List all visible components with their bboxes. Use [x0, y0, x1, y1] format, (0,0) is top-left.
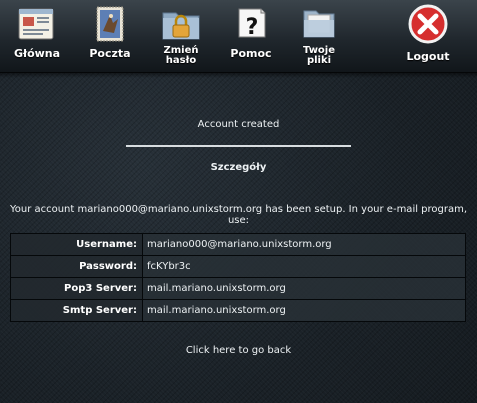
toolbar-change-password-label: Zmień hasło — [163, 45, 199, 66]
main-toolbar: Główna Poczta Zmień hasło ? Pomoc Twoje … — [0, 0, 477, 78]
toolbar-logout-button[interactable]: Logout — [400, 0, 456, 72]
smtp-server-label: Smtp Server: — [10, 299, 143, 322]
table-row: Pop3 Server: mail.mariano.unixstorm.org — [10, 277, 466, 300]
locked-folder-icon — [160, 3, 202, 45]
table-row: Password: fcKYbr3c — [10, 255, 466, 278]
toolbar-home-button[interactable]: Główna — [9, 0, 65, 72]
status-message: Account created — [197, 119, 280, 130]
go-back-link[interactable]: Click here to go back — [0, 345, 477, 356]
username-value: mariano000@mariano.unixstorm.org — [142, 233, 466, 256]
password-value: fcKYbr3c — [142, 255, 466, 278]
account-intro-text: Your account mariano000@mariano.unixstor… — [9, 204, 468, 226]
toolbar-help-button[interactable]: ? Pomoc — [226, 0, 276, 72]
stamp-mail-icon — [89, 3, 131, 45]
account-details-table: Username: mariano000@mariano.unixstorm.o… — [10, 233, 466, 322]
pop3-server-label: Pop3 Server: — [10, 277, 143, 300]
table-row: Smtp Server: mail.mariano.unixstorm.org — [10, 299, 466, 322]
section-title: Szczegóły — [210, 162, 267, 173]
smtp-server-value: mail.mariano.unixstorm.org — [142, 299, 466, 322]
files-folder-icon — [298, 3, 340, 45]
svg-text:?: ? — [246, 15, 259, 40]
help-question-icon: ? — [230, 3, 272, 45]
toolbar-help-label: Pomoc — [230, 47, 272, 60]
toolbar-mail-label: Poczta — [89, 47, 131, 60]
toolbar-files-button[interactable]: Twoje pliki — [294, 0, 344, 72]
password-label: Password: — [10, 255, 143, 278]
toolbar-mail-button[interactable]: Poczta — [84, 0, 136, 72]
table-row: Username: mariano000@mariano.unixstorm.o… — [10, 233, 466, 256]
pop3-server-value: mail.mariano.unixstorm.org — [142, 277, 466, 300]
divider — [126, 145, 351, 147]
toolbar-logout-label: Logout — [406, 50, 450, 63]
toolbar-change-password-button[interactable]: Zmień hasło — [154, 0, 208, 72]
toolbar-files-label: Twoje pliki — [302, 45, 336, 66]
toolbar-home-label: Główna — [13, 47, 61, 60]
home-window-icon — [16, 3, 58, 45]
logout-x-icon — [407, 3, 449, 45]
username-label: Username: — [10, 233, 143, 256]
